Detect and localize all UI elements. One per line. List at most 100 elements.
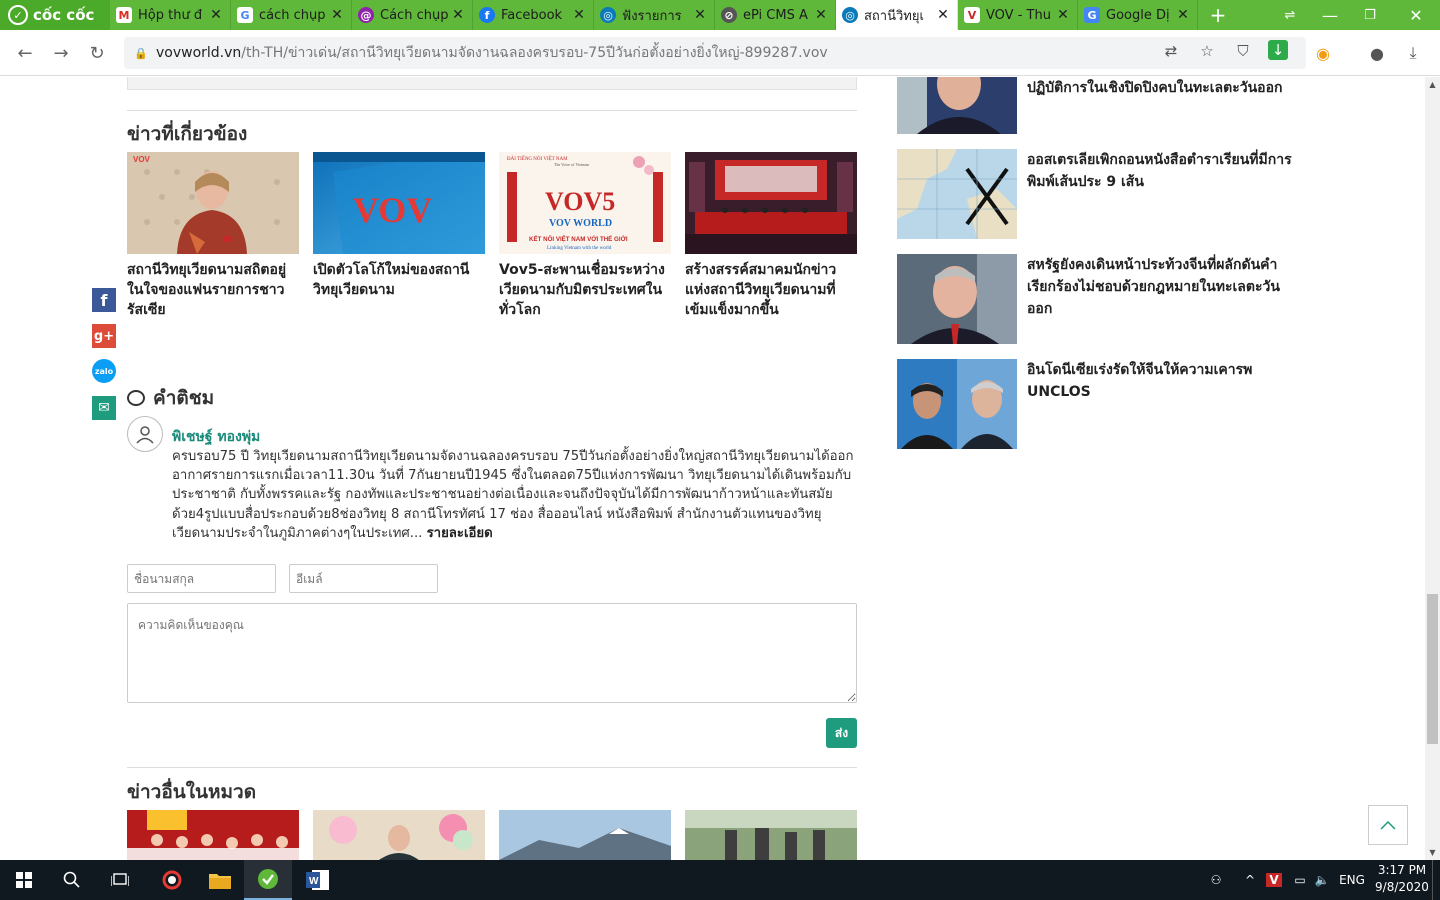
read-more-link[interactable]: รายละเอียด — [427, 526, 493, 541]
sidebar-thumb-map[interactable] — [897, 149, 1017, 239]
close-icon[interactable]: ✕ — [1175, 7, 1191, 23]
zalo-share-icon[interactable]: zalo — [92, 359, 116, 383]
related-card-title[interactable]: เปิดตัวโลโก้ใหม่ของสถานีวิทยุเวียดนาม — [313, 260, 485, 300]
scroll-up-icon[interactable]: ▲ — [1425, 77, 1440, 92]
restore-icon[interactable]: ❐ — [1350, 0, 1390, 30]
app-circle-icon[interactable] — [148, 860, 196, 900]
email-share-icon[interactable]: ✉ — [92, 396, 116, 420]
close-icon[interactable]: ✕ — [692, 7, 708, 23]
sidebar-news-title[interactable]: ออสเตรเลียเพิกถอนหนังสือตำราเรียนที่มีกา… — [1027, 149, 1297, 193]
windows-start-icon[interactable] — [0, 860, 48, 900]
url-bar[interactable]: 🔒 vovworld.vn/th-TH/ข่าวเด่น/สถานีวิทยุเ… — [124, 37, 1306, 69]
related-card[interactable]: VOV เปิดตัวโลโก้ใหม่ของสถานีวิทยุเวียดนา… — [313, 152, 485, 300]
window-close-icon[interactable]: ✕ — [1396, 0, 1436, 30]
sidebar-news-item[interactable]: ออสเตรเลียเพิกถอนหนังสือตำราเรียนที่มีกา… — [897, 149, 1297, 239]
people-icon[interactable]: ⚇ — [1204, 860, 1228, 900]
extension-icon[interactable]: ◉ — [1310, 40, 1336, 66]
sidebar-thumb-pompeo[interactable] — [897, 254, 1017, 344]
download-green-icon[interactable]: ↓ — [1268, 40, 1288, 60]
related-card[interactable]: VOV สถานีวิทยุเวียดนามสถิตอยู่ในใจของแฟน… — [127, 152, 299, 320]
related-thumb-congress[interactable] — [685, 152, 857, 254]
tab-gmail[interactable]: M Hộp thư đ ✕ — [110, 0, 231, 30]
vietkey-icon[interactable]: V — [1264, 860, 1284, 900]
other-thumb-3[interactable] — [499, 810, 671, 860]
word-icon[interactable]: W — [294, 860, 342, 900]
related-thumb-russian-fan[interactable]: VOV — [127, 152, 299, 254]
other-news-card[interactable] — [127, 810, 299, 860]
send-button[interactable]: ส่ง — [826, 718, 857, 748]
tab-search-1[interactable]: G cách chụp ✕ — [231, 0, 352, 30]
email-input[interactable] — [289, 564, 438, 593]
other-thumb-2[interactable] — [313, 810, 485, 860]
tab-epi-cms[interactable]: ⊘ ePi CMS A ✕ — [715, 0, 836, 30]
sidebar-news-item[interactable]: อินโดนีเซียเร่งรัดให้จีนให้ความเคารพ UNC… — [897, 359, 1297, 449]
close-icon[interactable]: ✕ — [571, 7, 587, 23]
url-host: vovworld.vn — [156, 45, 242, 61]
back-arrow-icon[interactable]: ← — [12, 40, 38, 66]
network-icon[interactable]: ▭ — [1290, 860, 1310, 900]
name-input[interactable] — [127, 564, 276, 593]
tab-vov-thu[interactable]: V VOV - Thu ✕ — [958, 0, 1078, 30]
other-news-card[interactable] — [499, 810, 671, 860]
sidebar-news-title[interactable]: สหรัฐยังคงเดินหน้าประท้วงจีนที่ผลักดันคำ… — [1027, 254, 1297, 320]
close-icon[interactable]: ✕ — [813, 7, 829, 23]
coccoc-menu-button[interactable]: ✓ cốc cốc — [0, 0, 110, 30]
file-explorer-icon[interactable] — [196, 860, 244, 900]
tab-vovworld-active[interactable]: ◎ สถานีวิทยุเ ✕ — [836, 0, 958, 30]
tab-search-icon[interactable]: ⇌ — [1270, 0, 1310, 30]
language-indicator[interactable]: ENG — [1336, 860, 1368, 900]
sidebar-news-title[interactable]: อินโดนีเซียเร่งรัดให้จีนให้ความเคารพ UNC… — [1027, 359, 1297, 403]
minimize-icon[interactable]: — — [1310, 0, 1350, 30]
reload-icon[interactable]: ↻ — [84, 40, 110, 66]
sidebar-thumb-pompeo-flag[interactable] — [897, 77, 1017, 134]
sidebar-news-item[interactable]: ปฏิบัติการในเชิงปิดปิงคบในทะเลตะวันออก — [897, 77, 1297, 134]
other-news-card[interactable] — [313, 810, 485, 860]
related-thumb-vov5[interactable]: ĐÀI TIẾNG NÓI VIỆT NAM The Voice of Viet… — [499, 152, 671, 254]
close-icon[interactable]: ✕ — [208, 7, 224, 23]
scroll-down-icon[interactable]: ▼ — [1425, 845, 1440, 860]
tab-label: Google Dị — [1106, 7, 1170, 23]
chevron-up-icon[interactable]: ^ — [1240, 860, 1260, 900]
page-scrollbar[interactable]: ▲ ▼ — [1425, 77, 1440, 860]
translate-icon[interactable]: ⇄ — [1160, 40, 1182, 62]
vov-icon: V — [964, 7, 980, 23]
sidebar-thumb-indonesia-china[interactable] — [897, 359, 1017, 449]
tab-facebook[interactable]: f Facebook ✕ — [473, 0, 594, 30]
url-path: /th-TH/ข่าวเด่น/สถานีวิทยุเวียดนามจัดงาน… — [241, 45, 828, 61]
download-icon[interactable]: ⤓ — [1400, 40, 1426, 66]
google-plus-share-icon[interactable]: g+ — [92, 324, 116, 348]
other-thumb-1[interactable] — [127, 810, 299, 860]
new-tab-icon[interactable]: + — [1198, 0, 1238, 30]
close-icon[interactable]: ✕ — [935, 7, 951, 23]
other-news-card[interactable] — [685, 810, 857, 860]
related-card-title[interactable]: Vov5-สะพานเชื่อมระหว่างเวียดนามกับมิตรปร… — [499, 260, 671, 320]
close-icon[interactable]: ✕ — [329, 7, 345, 23]
tab-google-translate[interactable]: G Google Dị ✕ — [1078, 0, 1198, 30]
close-icon[interactable]: ✕ — [450, 7, 466, 23]
sidebar-news-title[interactable]: ปฏิบัติการในเชิงปิดปิงคบในทะเลตะวันออก — [1027, 77, 1297, 99]
related-card-title[interactable]: สร้างสรรค์สมาคมนักข่าวแห่งสถานีวิทยุเวีย… — [685, 260, 857, 320]
scroll-to-top-button[interactable] — [1368, 805, 1408, 845]
facebook-share-icon[interactable]: f — [92, 288, 116, 312]
tab-vov-listen[interactable]: ◎ ฟังรายการ ✕ — [594, 0, 715, 30]
sidebar-news-item[interactable]: สหรัฐยังคงเดินหน้าประท้วงจีนที่ผลักดันคำ… — [897, 254, 1297, 344]
close-icon[interactable]: ✕ — [1055, 7, 1071, 23]
search-icon[interactable] — [48, 860, 96, 900]
coccoc-browser-icon[interactable] — [244, 860, 292, 900]
related-thumb-new-logo[interactable]: VOV — [313, 152, 485, 254]
comment-textarea[interactable] — [127, 603, 857, 703]
related-card[interactable]: สร้างสรรค์สมาคมนักข่าวแห่งสถานีวิทยุเวีย… — [685, 152, 857, 320]
profile-icon[interactable]: ● — [1364, 40, 1390, 66]
task-view-icon[interactable] — [96, 860, 144, 900]
forward-arrow-icon[interactable]: → — [48, 40, 74, 66]
volume-icon[interactable]: 🔈 — [1312, 860, 1332, 900]
shield-icon[interactable]: ⛉ — [1232, 40, 1254, 62]
scrollbar-thumb[interactable] — [1427, 594, 1438, 744]
related-card[interactable]: ĐÀI TIẾNG NÓI VIỆT NAM The Voice of Viet… — [499, 152, 671, 320]
other-thumb-4[interactable] — [685, 810, 857, 860]
bookmark-star-icon[interactable]: ☆ — [1196, 40, 1218, 62]
related-card-title[interactable]: สถานีวิทยุเวียดนามสถิตอยู่ในใจของแฟนรายก… — [127, 260, 299, 320]
tab-search-2[interactable]: @ Cách chụp ✕ — [352, 0, 473, 30]
show-desktop-button[interactable] — [1432, 860, 1440, 900]
system-clock[interactable]: 3:17 PM 9/8/2020 — [1372, 862, 1432, 896]
